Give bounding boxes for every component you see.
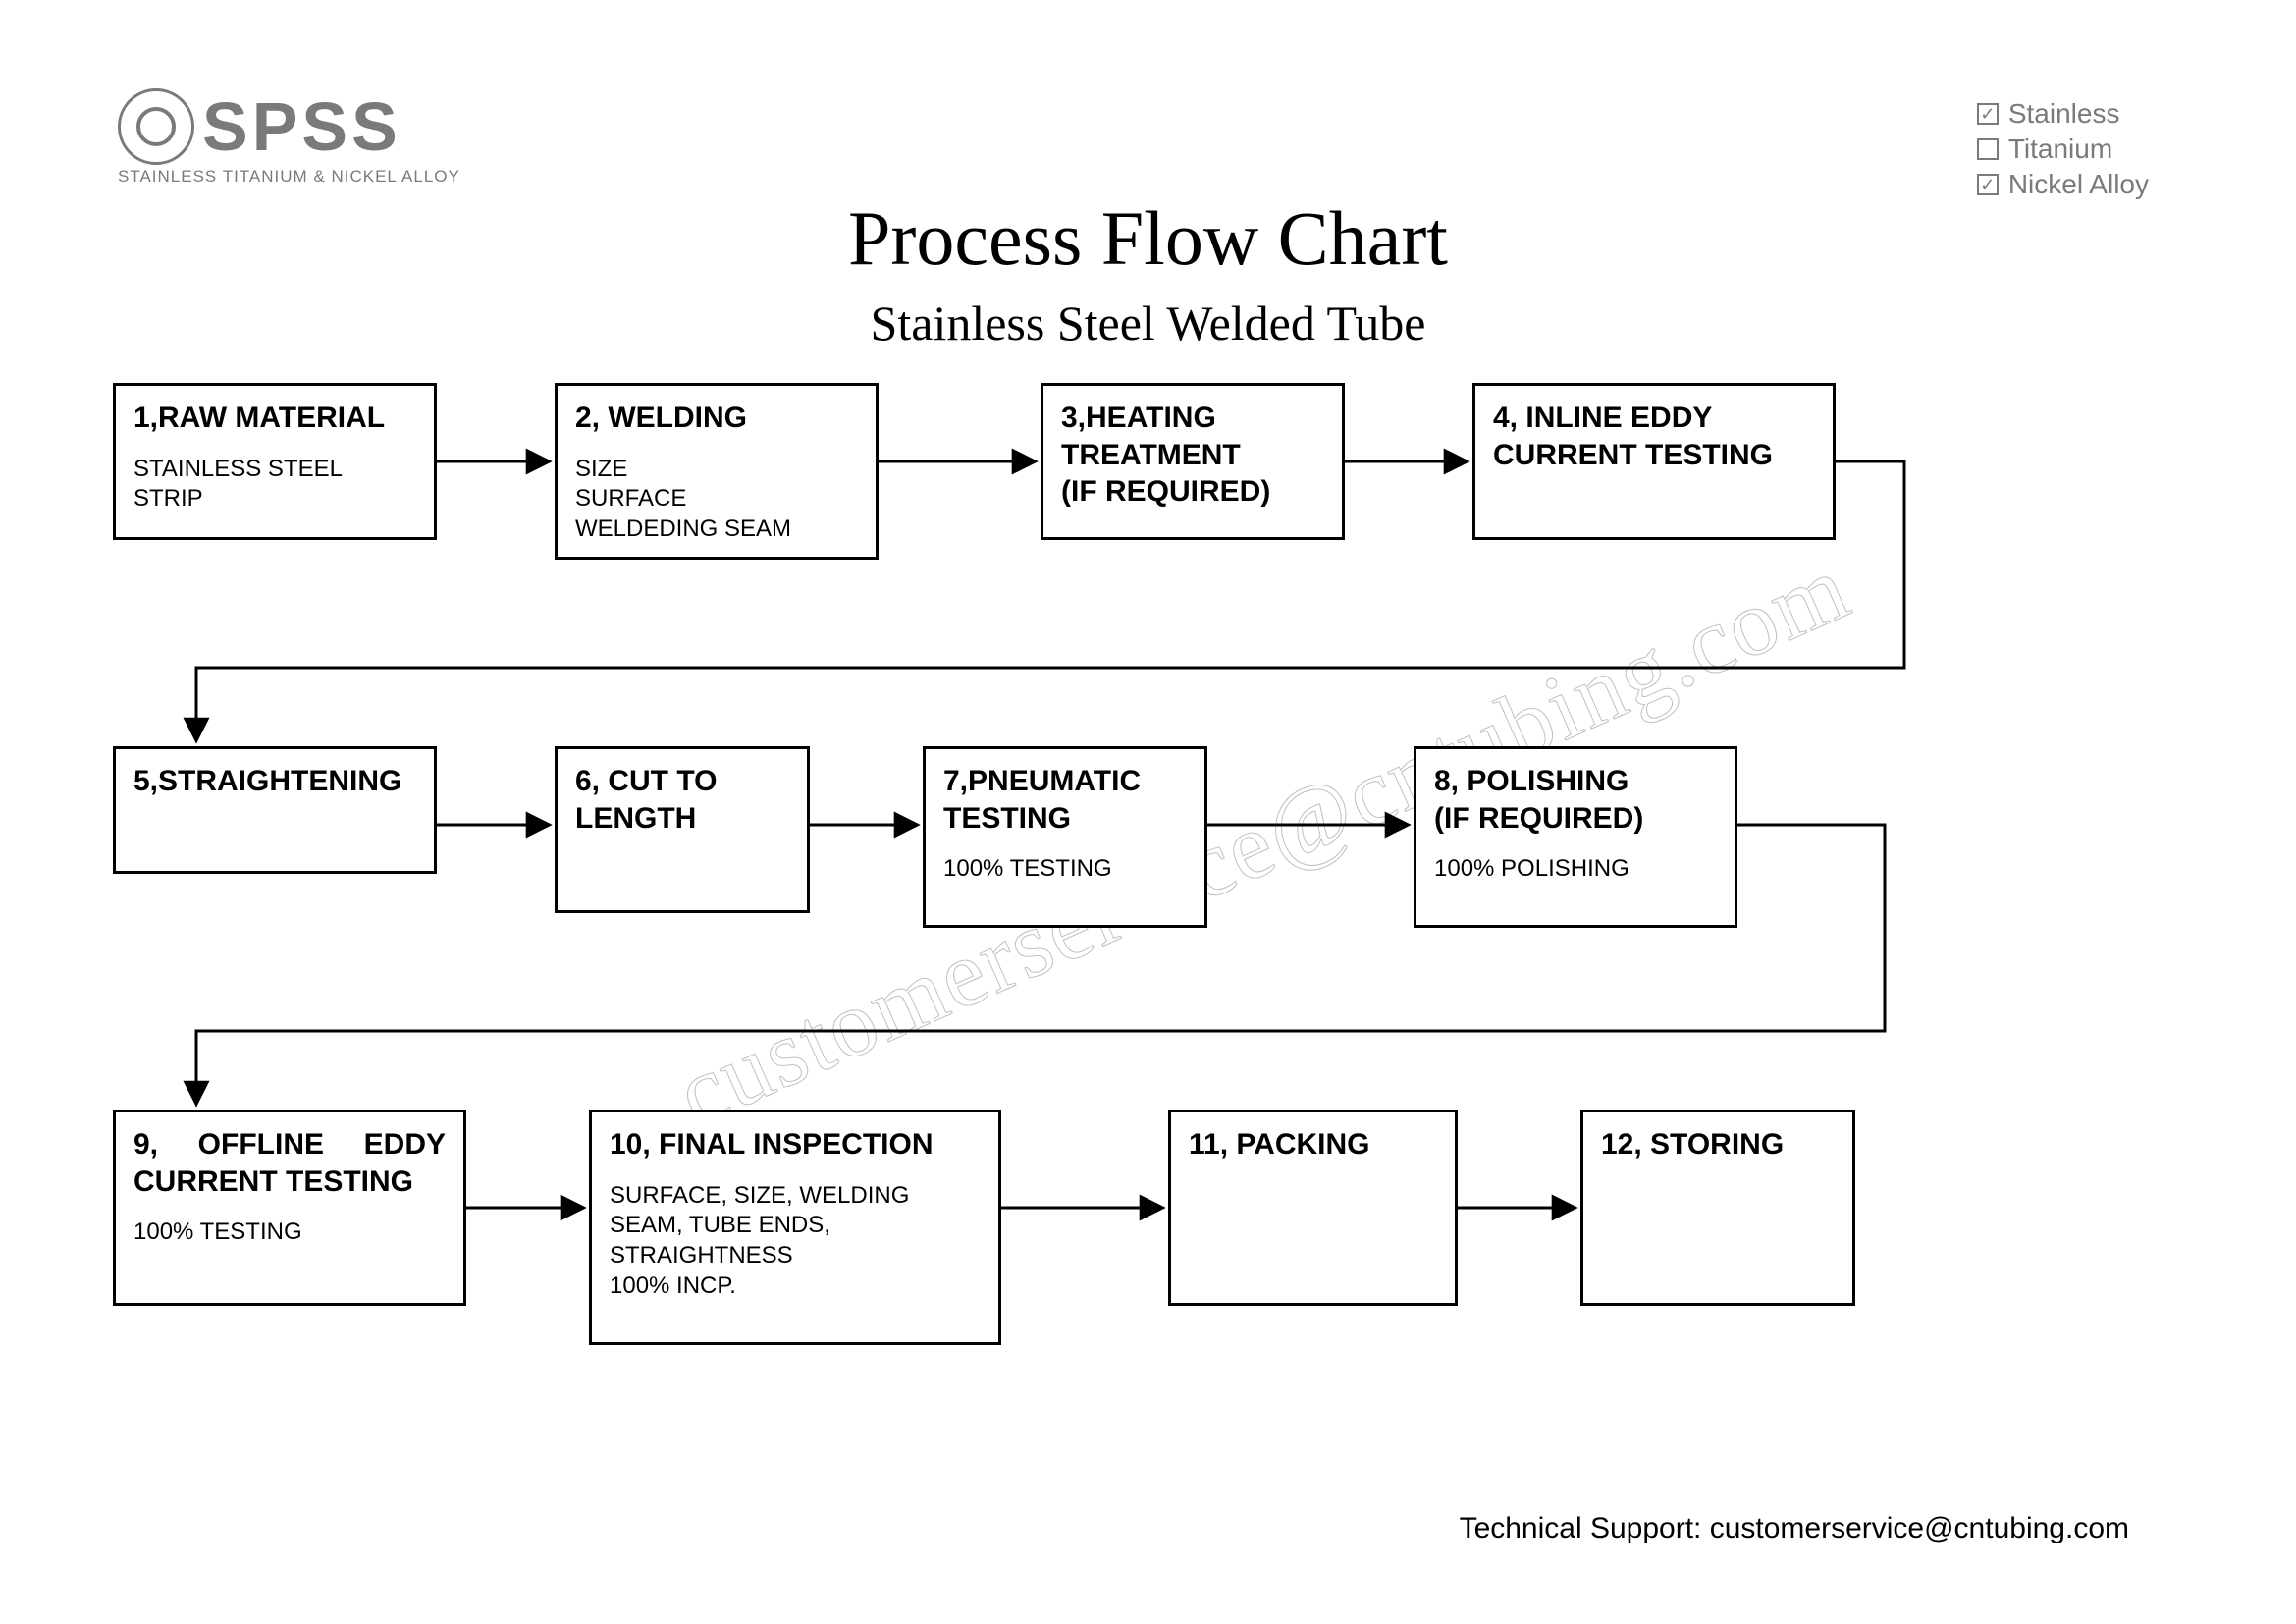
step-10-final-inspection: 10, FINAL INSPECTION SURFACE, SIZE, WELD… <box>589 1110 1001 1345</box>
step-title: 2, WELDING <box>575 400 858 437</box>
step-detail: 100% TESTING <box>133 1218 446 1248</box>
checkbox-icon: ✓ <box>1977 103 1999 125</box>
step-4-inline-eddy: 4, INLINE EDDY CURRENT TESTING <box>1472 383 1836 540</box>
step-7-pneumatic: 7,PNEUMATIC TESTING 100% TESTING <box>923 746 1207 928</box>
step-3-heating: 3,HEATING TREATMENT(IF REQUIRED) <box>1041 383 1345 540</box>
page-title: Process Flow Chart <box>0 194 2296 283</box>
step-title: 8, POLISHING(IF REQUIRED) <box>1434 763 1717 837</box>
logo: SPSS STAINLESS TITANIUM & NICKEL ALLOY <box>118 88 460 187</box>
step-1-raw-material: 1,RAW MATERIAL STAINLESS STEEL STRIP <box>113 383 437 540</box>
step-title: 10, FINAL INSPECTION <box>610 1126 981 1164</box>
step-title: 9, OFFLINE EDDY CURRENT TESTING <box>133 1126 446 1200</box>
checkbox-icon <box>1977 138 1999 160</box>
check-stainless: ✓ Stainless <box>1977 98 2149 130</box>
step-9-offline-eddy: 9, OFFLINE EDDY CURRENT TESTING 100% TES… <box>113 1110 466 1306</box>
step-6-cut-to-length: 6, CUT TO LENGTH <box>555 746 810 913</box>
step-8-polishing: 8, POLISHING(IF REQUIRED) 100% POLISHING <box>1414 746 1737 928</box>
step-detail: SIZESURFACEWELDEDING SEAM <box>575 455 858 545</box>
step-12-storing: 12, STORING <box>1580 1110 1855 1306</box>
step-title: 6, CUT TO LENGTH <box>575 763 789 837</box>
check-titanium: Titanium <box>1977 134 2149 165</box>
check-label: Titanium <box>2008 134 2112 165</box>
logo-name: SPSS <box>202 92 401 161</box>
logo-mark-icon <box>118 88 194 165</box>
page-subtitle: Stainless Steel Welded Tube <box>0 295 2296 352</box>
footer-support: Technical Support: customerservice@cntub… <box>1460 1512 2129 1545</box>
step-title: 11, PACKING <box>1189 1126 1437 1164</box>
step-detail: STAINLESS STEEL STRIP <box>133 455 416 514</box>
step-title: 4, INLINE EDDY CURRENT TESTING <box>1493 400 1815 473</box>
logo-tagline: STAINLESS TITANIUM & NICKEL ALLOY <box>118 167 460 187</box>
checkbox-icon: ✓ <box>1977 174 1999 195</box>
check-label: Stainless <box>2008 98 2120 130</box>
step-title: 3,HEATING TREATMENT(IF REQUIRED) <box>1061 400 1324 511</box>
step-detail: SURFACE, SIZE, WELDING SEAM, TUBE ENDS, … <box>610 1181 981 1302</box>
step-2-welding: 2, WELDING SIZESURFACEWELDEDING SEAM <box>555 383 879 560</box>
step-detail: 100% TESTING <box>943 854 1187 885</box>
material-checkboxes: ✓ Stainless Titanium ✓ Nickel Alloy <box>1977 98 2149 204</box>
step-detail: 100% POLISHING <box>1434 854 1717 885</box>
step-title: 1,RAW MATERIAL <box>133 400 416 437</box>
step-5-straightening: 5,STRAIGHTENING <box>113 746 437 874</box>
step-title: 7,PNEUMATIC TESTING <box>943 763 1187 837</box>
step-title: 5,STRAIGHTENING <box>133 763 416 800</box>
step-11-packing: 11, PACKING <box>1168 1110 1458 1306</box>
step-title: 12, STORING <box>1601 1126 1835 1164</box>
